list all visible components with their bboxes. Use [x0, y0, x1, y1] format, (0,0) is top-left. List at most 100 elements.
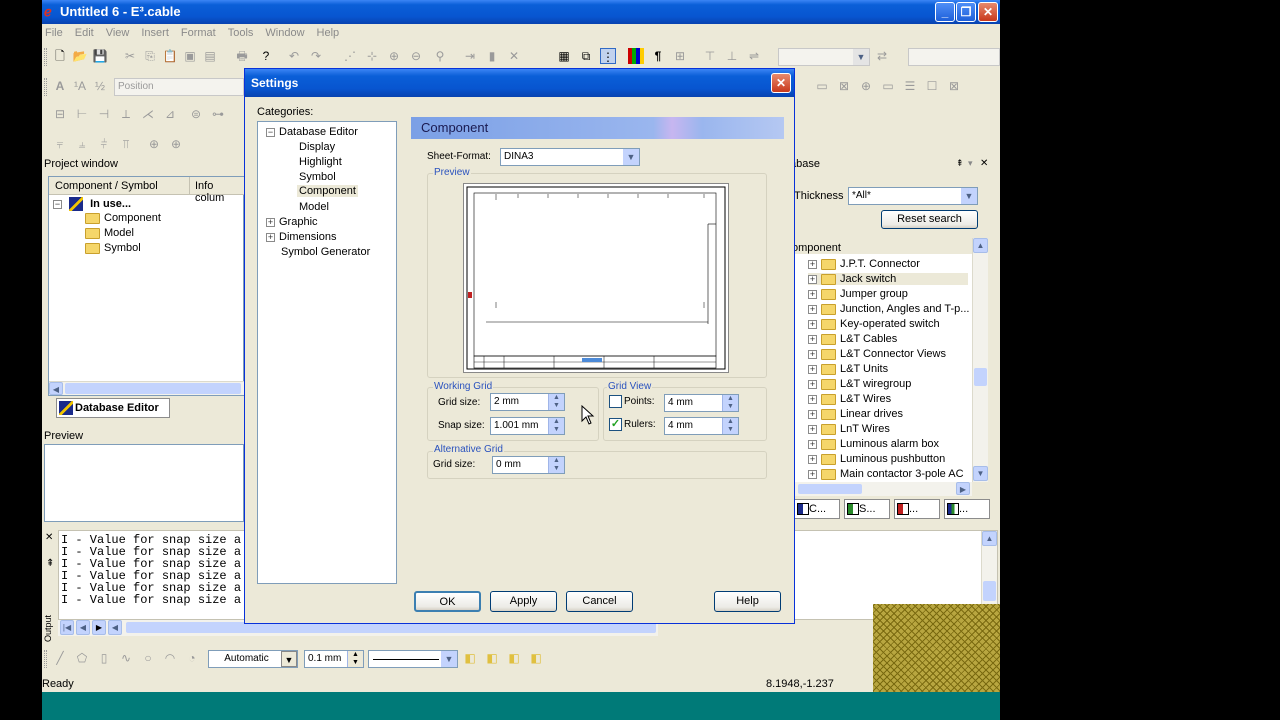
tree-item-component[interactable]: Component: [85, 212, 161, 224]
symbol-tool-3-icon[interactable]: ⊣: [96, 106, 112, 122]
database-list-item[interactable]: + LnT Wires: [808, 423, 890, 435]
pin-tool-6-icon[interactable]: ⊕: [168, 136, 184, 152]
scroll-up-icon[interactable]: ▲: [973, 238, 988, 253]
arrow-icon[interactable]: ⇥: [462, 48, 478, 64]
color-tool-4-icon[interactable]: ◧: [528, 650, 544, 666]
toolbar-combo-2[interactable]: [908, 48, 1000, 66]
curve-tool-icon[interactable]: ∿: [118, 650, 134, 666]
dropdown-icon[interactable]: ▾: [968, 158, 973, 169]
pin-tool-5-icon[interactable]: ⊕: [146, 136, 162, 152]
cat-symbol-generator[interactable]: Symbol Generator: [281, 246, 370, 258]
scroll-thumb[interactable]: [983, 581, 996, 601]
reset-search-button[interactable]: Reset search: [881, 210, 978, 229]
scroll-up-icon[interactable]: ▲: [982, 531, 997, 546]
next-page-icon[interactable]: ▶: [92, 620, 106, 635]
spin-updown-icon[interactable]: ▲ ▼: [722, 418, 738, 434]
delete-doc-icon[interactable]: ▤: [202, 48, 218, 64]
toolbar-grip[interactable]: [44, 48, 47, 66]
spin-updown-icon[interactable]: ▲ ▼: [722, 395, 738, 411]
zoom-in-icon[interactable]: ⊕: [386, 48, 402, 64]
expand-icon[interactable]: +: [808, 469, 817, 479]
arc3-tool-icon[interactable]: ◔: [184, 650, 200, 666]
database-vscroll[interactable]: ▲ ▼: [972, 238, 988, 482]
help-context-icon[interactable]: ?: [258, 48, 274, 64]
text-icon[interactable]: A: [52, 78, 68, 94]
sheet-format-select[interactable]: DINA3 ▼: [500, 148, 640, 166]
symbol-tool-2-icon[interactable]: ⊢: [74, 106, 90, 122]
zoom-out-icon[interactable]: ⊖: [408, 48, 424, 64]
open-folder-icon[interactable]: 📂: [72, 48, 88, 64]
line-mode-select[interactable]: Automatic ▼: [208, 650, 298, 668]
symbol-tool-1-icon[interactable]: ⊟: [52, 106, 68, 122]
scroll-thumb[interactable]: [798, 484, 862, 494]
expand-icon[interactable]: +: [808, 259, 817, 269]
new-file-icon[interactable]: 🗋: [52, 48, 68, 64]
tree-root-in-use[interactable]: − In use...: [53, 197, 131, 211]
position-combo[interactable]: Position: [114, 78, 244, 96]
menu-tools[interactable]: Tools: [228, 24, 254, 43]
menu-insert[interactable]: Insert: [141, 24, 169, 43]
database-list-item[interactable]: + Jack switch: [808, 273, 968, 285]
color-tool-3-icon[interactable]: ◧: [506, 650, 522, 666]
points-checkbox[interactable]: [609, 395, 622, 408]
cat-highlight[interactable]: Highlight: [299, 156, 342, 168]
line-style-select[interactable]: ▼: [368, 650, 458, 668]
collapse-icon[interactable]: −: [53, 199, 62, 209]
dropdown-arrow-icon[interactable]: ▼: [961, 188, 977, 204]
project-tree-hscroll[interactable]: ◀: [49, 381, 245, 395]
cut-icon[interactable]: ✂: [122, 48, 138, 64]
frame-icon[interactable]: ▭: [814, 78, 830, 94]
pin-tool-3-icon[interactable]: ⫩: [96, 136, 112, 152]
database-list-item[interactable]: + J.P.T. Connector: [808, 258, 920, 270]
database-list-item[interactable]: + Junction, Angles and T-p...: [808, 303, 969, 315]
dropdown-arrow-icon[interactable]: ▼: [623, 149, 639, 165]
maximize-button[interactable]: ❐: [956, 2, 976, 22]
frame-cross-icon[interactable]: ⊠: [836, 78, 852, 94]
menu-help[interactable]: Help: [317, 24, 340, 43]
scroll-right-icon[interactable]: ▶: [956, 482, 970, 495]
scroll-left-icon[interactable]: ◀: [49, 382, 63, 395]
database-list-item[interactable]: + L&T Connector Views: [808, 348, 946, 360]
redo-icon[interactable]: ↷: [308, 48, 324, 64]
minimize-button[interactable]: _: [935, 2, 955, 22]
cancel-button[interactable]: Cancel: [566, 591, 633, 612]
expand-icon[interactable]: +: [808, 319, 817, 329]
snap-grid-icon[interactable]: ⋮: [600, 48, 616, 64]
collapse-icon[interactable]: −: [266, 127, 275, 137]
expand-icon[interactable]: +: [808, 439, 817, 449]
format-icon[interactable]: ⊞: [672, 48, 688, 64]
select-icon[interactable]: ⋰: [342, 48, 358, 64]
expand-icon[interactable]: +: [808, 274, 817, 284]
scroll-thumb[interactable]: [974, 368, 987, 386]
cat-graphic[interactable]: + Graphic: [266, 216, 318, 228]
spin-updown-icon[interactable]: ▲ ▼: [548, 394, 564, 410]
cross-icon[interactable]: ✕: [506, 48, 522, 64]
menu-edit[interactable]: Edit: [75, 24, 94, 43]
expand-icon[interactable]: +: [808, 424, 817, 434]
first-page-icon[interactable]: |◀: [60, 620, 74, 635]
cat-dimensions[interactable]: + Dimensions: [266, 231, 336, 243]
rect-icon[interactable]: ▭: [880, 78, 896, 94]
paste-special-icon[interactable]: ▣: [182, 48, 198, 64]
database-list-item[interactable]: + Key-operated switch: [808, 318, 940, 330]
branch-icon[interactable]: ⊥: [724, 48, 740, 64]
points-input[interactable]: 4 mm ▲ ▼: [664, 394, 739, 412]
pin-tool-4-icon[interactable]: ⫪: [118, 136, 134, 152]
paste-icon[interactable]: 📋: [162, 48, 178, 64]
alt-grid-size-input[interactable]: 0 mm ▲ ▼: [492, 456, 565, 474]
tab-database-editor[interactable]: Database Editor: [56, 398, 170, 418]
apply-button[interactable]: Apply: [490, 591, 557, 612]
undo-icon[interactable]: ↶: [286, 48, 302, 64]
target-icon[interactable]: ⊕: [858, 78, 874, 94]
tree-item-symbol[interactable]: Symbol: [85, 242, 141, 254]
symbol-tool-6-icon[interactable]: ⊿: [162, 106, 178, 122]
database-list-item[interactable]: + L&T Wires: [808, 393, 891, 405]
help-button[interactable]: Help: [714, 591, 781, 612]
scroll-left-icon[interactable]: ◀: [108, 620, 122, 635]
paragraph-icon[interactable]: ¶: [650, 48, 666, 64]
pin-tool-1-icon[interactable]: ⫧: [52, 136, 68, 152]
expand-icon[interactable]: +: [808, 454, 817, 464]
polygon-tool-icon[interactable]: ⬠: [74, 650, 90, 666]
symbol-tool-7-icon[interactable]: ⊜: [188, 106, 204, 122]
cat-display[interactable]: Display: [299, 141, 335, 153]
